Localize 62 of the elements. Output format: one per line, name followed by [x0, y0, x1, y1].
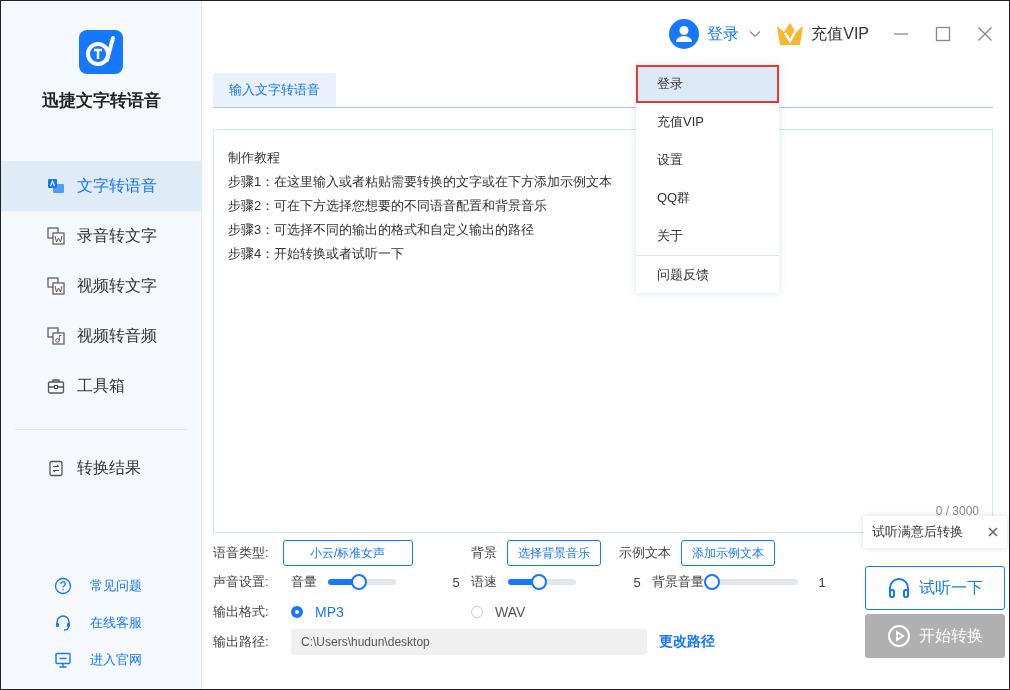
- tutorial-line: 步骤1：在这里输入或者粘贴需要转换的文字或在下方添加示例文本: [228, 173, 613, 191]
- setting-label: 声音设置:: [213, 573, 270, 591]
- sidebar-link[interactable]: 常见问题: [54, 577, 201, 595]
- slider-label: 背景音量: [652, 573, 705, 591]
- app-logo-icon: [79, 30, 123, 74]
- toolbox-icon: [47, 377, 65, 395]
- menu-item[interactable]: 关于: [636, 217, 779, 255]
- sidebar-item[interactable]: 视频转文字: [1, 261, 201, 311]
- sidebar-item[interactable]: 转换结果: [1, 443, 201, 493]
- tab[interactable]: 输入文字转语音: [213, 73, 336, 107]
- headphones-icon: [887, 576, 911, 600]
- listen-button[interactable]: 试听一下: [865, 566, 1005, 610]
- slider-label: 语速: [471, 573, 498, 591]
- menu-item[interactable]: QQ群: [636, 179, 779, 217]
- help-icon: [54, 577, 72, 595]
- sidebar-item[interactable]: 文字转语音: [1, 161, 201, 211]
- login-dropdown[interactable]: 登录: [669, 19, 762, 49]
- video-word-icon: [47, 277, 65, 295]
- menu-item[interactable]: 登录: [636, 65, 779, 103]
- setting-label: 输出路径:: [213, 633, 270, 651]
- format-radio[interactable]: MP3: [291, 604, 471, 620]
- character-counter: 0 / 3000: [935, 504, 979, 518]
- audio-word-icon: [47, 227, 65, 245]
- sidebar-link[interactable]: 在线客服: [54, 614, 201, 632]
- output-path-field[interactable]: C:\Users\hudun\desktop: [291, 629, 647, 655]
- select-button[interactable]: 选择背景音乐: [507, 540, 601, 566]
- select-button[interactable]: 添加示例文本: [681, 540, 775, 566]
- slider-value: 5: [632, 574, 642, 590]
- tutorial-line: 步骤2：可在下方选择您想要的不同语音配置和背景音乐: [228, 197, 548, 215]
- play-circle-icon: [887, 624, 911, 648]
- menu-item[interactable]: 设置: [636, 141, 779, 179]
- sidebar-link[interactable]: 进入官网: [54, 651, 201, 669]
- setting-label: 示例文本: [619, 544, 671, 562]
- vip-button[interactable]: 充值VIP: [775, 21, 869, 47]
- clipboard-swap-icon: [47, 459, 65, 477]
- headset-icon: [54, 614, 72, 632]
- translate-icon: [47, 177, 65, 195]
- format-radio[interactable]: WAV: [471, 604, 651, 620]
- caret-icon: [749, 30, 762, 38]
- select-button[interactable]: 小云/标准女声: [282, 540, 413, 566]
- tutorial-line: 制作教程: [228, 149, 280, 167]
- monitor-icon: [54, 651, 72, 669]
- setting-label: 输出格式:: [213, 603, 270, 621]
- maximize-icon[interactable]: [935, 26, 951, 42]
- sidebar-item[interactable]: 录音转文字: [1, 211, 201, 261]
- close-icon[interactable]: [977, 26, 993, 42]
- slider-value: 5: [451, 574, 461, 590]
- app-name: 迅捷文字转语音: [41, 90, 161, 112]
- slider-value: 1: [817, 574, 827, 590]
- setting-label: 背景: [471, 544, 497, 562]
- close-icon[interactable]: [988, 527, 998, 537]
- tutorial-line: 步骤4：开始转换或者试听一下: [228, 245, 405, 263]
- change-path-link[interactable]: 更改路径: [659, 633, 715, 651]
- user-avatar-icon: [669, 19, 700, 49]
- sidebar-item[interactable]: 工具箱: [1, 361, 201, 411]
- tutorial-line: 步骤3：可选择不同的输出的格式和自定义输出的路径: [228, 221, 535, 239]
- menu-item[interactable]: 问题反馈: [636, 255, 779, 293]
- video-music-icon: [47, 327, 65, 345]
- crown-icon: [775, 21, 806, 47]
- sidebar-item[interactable]: 视频转音频: [1, 311, 201, 361]
- setting-label: 语音类型:: [213, 544, 269, 562]
- slider-label: 音量: [291, 573, 318, 591]
